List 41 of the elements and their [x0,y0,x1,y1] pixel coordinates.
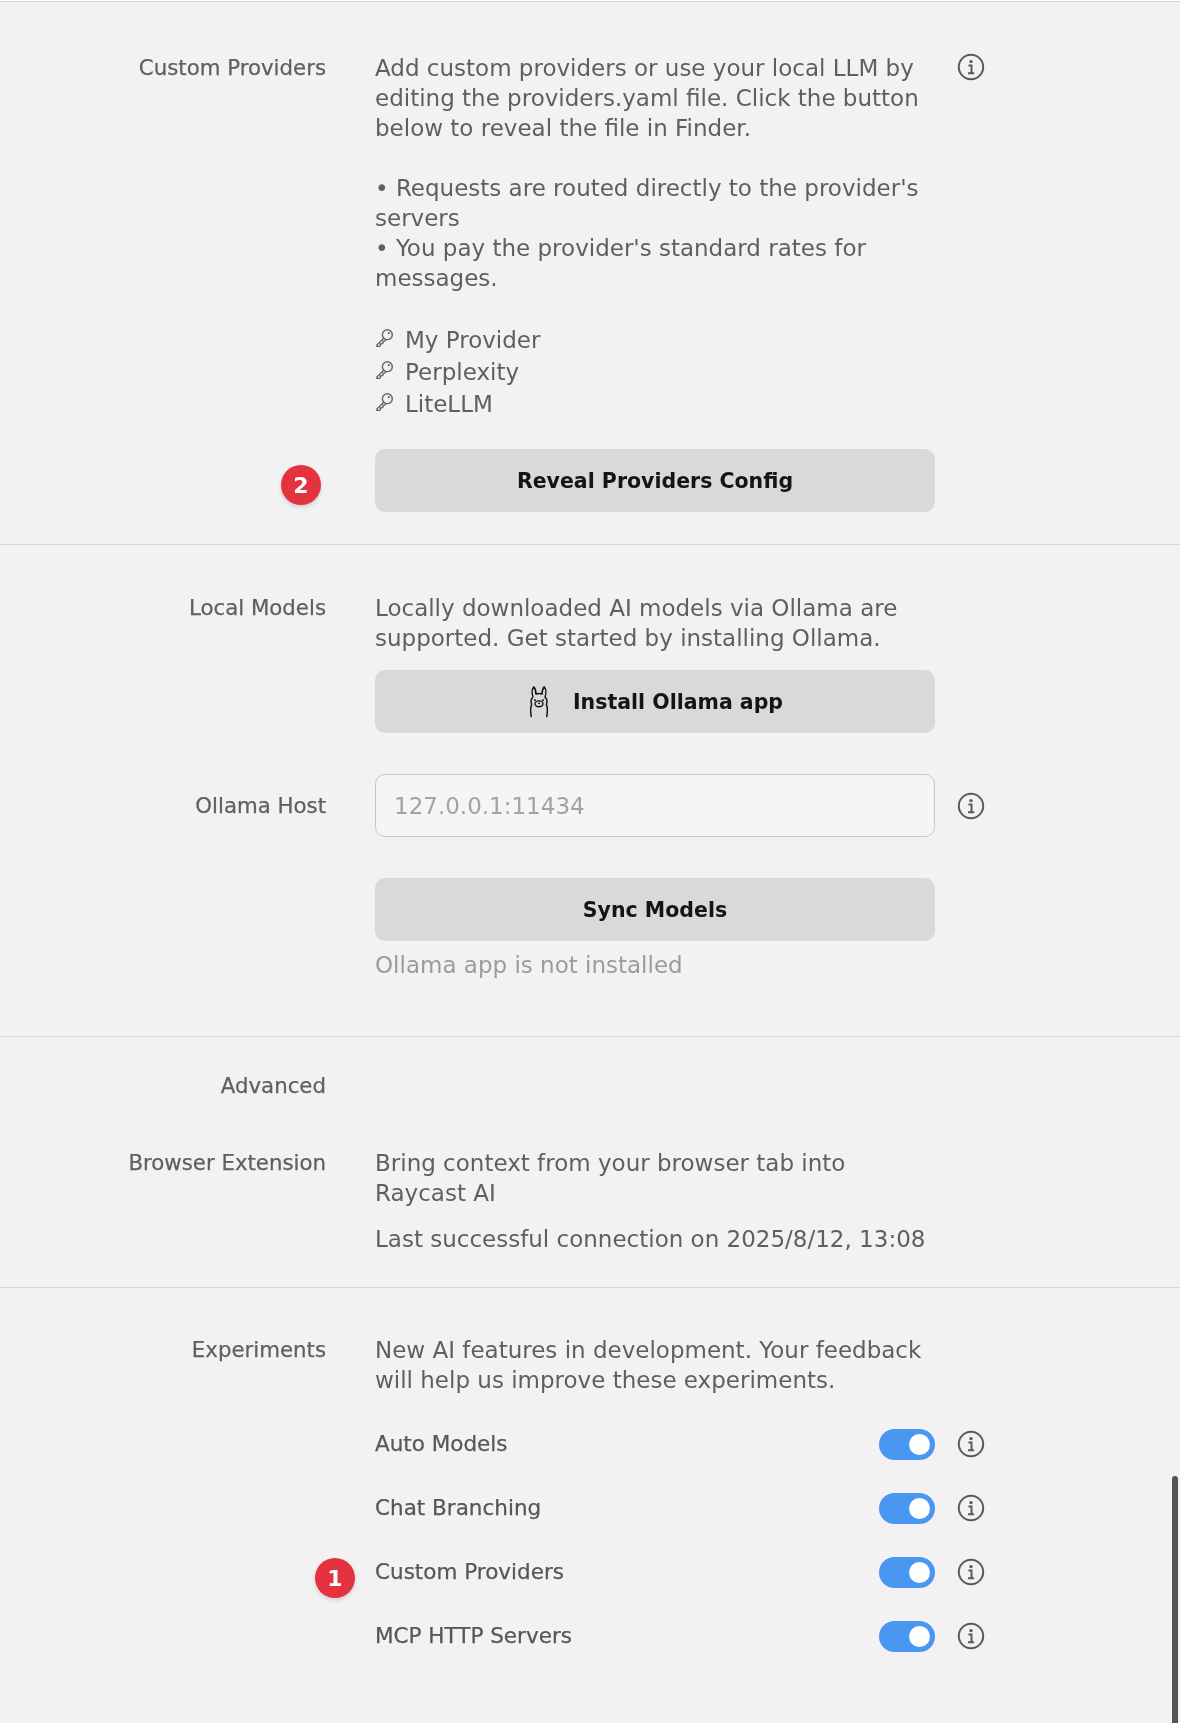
toggle-switch[interactable] [879,1556,935,1588]
toggle-switch[interactable] [879,1492,935,1524]
annotation-marker: 1 [315,1558,355,1598]
experiment-label: Chat Branching [375,1494,542,1522]
section-label: Custom Providers [137,54,326,82]
info-icon[interactable] [957,1622,985,1650]
info-icon[interactable] [957,1430,985,1458]
section-label: Local Models [188,594,326,622]
section-label: Experiments [190,1336,326,1364]
experiment-label: Auto Models [375,1430,508,1458]
sync-models-button[interactable]: Sync Models [375,878,935,941]
toggle-switch[interactable] [879,1620,935,1652]
description-text: Add custom providers or use your local LLM by editing the providers.yaml file. Click the button below to reveal the file in Finder. [375,54,920,143]
install-ollama-button[interactable]: Install Ollama app [375,670,935,733]
provider-name: My Provider [405,326,541,355]
key-icon [375,327,394,347]
description-text: Bring context from your browser tab into Raycast AI [375,1149,847,1208]
key-icon [375,391,394,411]
section-label: Browser Extension [127,1149,326,1177]
provider-name: LiteLLM [405,390,493,419]
provider-name: Perplexity [405,358,520,387]
experiment-label: Custom Providers [375,1558,564,1586]
experiment-label: MCP HTTP Servers [375,1622,572,1650]
field-label: Ollama Host [194,791,326,820]
bullet-text: • Requests are routed directly to the provider's servers [375,174,920,233]
info-icon[interactable] [957,53,985,81]
info-icon[interactable] [957,1494,985,1522]
connection-status-text: Last successful connection on 2025/8/12, 13:08 [375,1225,927,1254]
description-text: New AI features in development. Your feedback will help us improve these experiments. [375,1336,923,1395]
scrollbar-thumb[interactable] [1172,1476,1178,1723]
reveal-config-button[interactable]: Reveal Providers Config [375,449,935,512]
bullet-text: • You pay the provider's standard rates for messages. [375,234,867,293]
info-icon[interactable] [957,1558,985,1586]
annotation-marker: 2 [281,465,321,505]
toggle-switch[interactable] [879,1428,935,1460]
description-text: Locally downloaded AI models via Ollama are supported. Get started by installing Ollama. [375,594,899,653]
info-icon[interactable] [957,791,985,820]
section-label: Advanced [219,1072,326,1100]
key-icon [375,359,394,379]
status-text: Ollama app is not installed [375,951,684,980]
host-input-field[interactable]: 127.0.0.1:11434 [375,774,935,837]
